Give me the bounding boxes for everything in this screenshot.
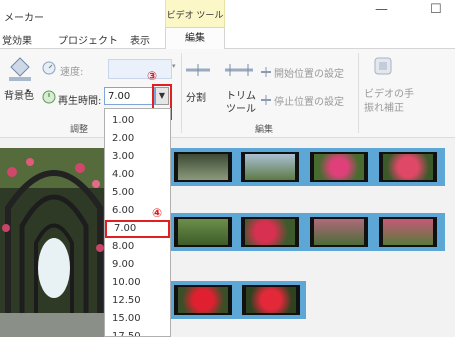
duration-dropdown-list[interactable]: 1.00 2.00 3.00 4.00 5.00 6.00 7.00 8.00 … [104,108,171,337]
tab-edit[interactable]: 編集 [165,27,225,49]
thumbnail-image [383,154,433,180]
duration-option[interactable]: 2.00 [105,130,170,148]
divider [358,53,359,133]
set-end-icon [261,95,271,105]
split-icon [186,64,210,76]
set-start-button[interactable]: 開始位置の設定 [274,65,344,80]
duration-option[interactable]: 8.00 [105,238,170,256]
clip-thumbnail[interactable] [174,285,232,315]
duration-option[interactable]: 1.00 [105,112,170,130]
thumbnail-image [246,287,296,313]
stabilize-icon [374,57,392,75]
edit-group-label: 編集 [255,125,274,135]
clip-thumbnail[interactable] [241,217,299,247]
thumbnail-image [314,219,364,245]
tab-visual-effects[interactable]: 覚効果 [2,32,32,47]
speed-chevron-icon: ▾ [172,62,176,70]
set-end-button[interactable]: 停止位置の設定 [274,93,344,108]
stabilize-label-1[interactable]: ビデオの手 [364,85,414,100]
divider [181,53,182,133]
thumbnail-image [245,219,295,245]
duration-option[interactable]: 17.50 [105,328,170,336]
clip-strip[interactable] [170,281,306,319]
clip-thumbnail[interactable] [379,217,437,247]
app-title: メーカー [4,13,44,24]
adjust-group-label: 調整 [70,125,89,135]
maximize-icon[interactable]: ☐ [430,2,442,17]
duration-option[interactable]: 15.00 [105,310,170,328]
clip-thumbnail[interactable] [241,152,299,182]
clip-thumbnail[interactable] [174,217,232,247]
trim-label-2[interactable]: ツール [226,100,256,115]
clip-thumbnail[interactable] [379,152,437,182]
thumbnail-image [178,154,228,180]
speed-icon [42,61,56,75]
thumbnail-image [178,219,228,245]
duration-input[interactable]: 7.00 [104,87,155,105]
thumbnail-image [178,287,228,313]
clip-thumbnail[interactable] [174,152,232,182]
trim-icon [225,64,253,76]
video-tools-context-tab: ビデオ ツール [165,0,225,28]
paint-bucket-icon [9,57,31,81]
clip-thumbnail[interactable] [310,217,368,247]
clip-thumbnail[interactable] [310,152,368,182]
title-bar: メーカー ビデオ ツール — ☐ [0,0,455,28]
duration-option[interactable]: 9.00 [105,256,170,274]
duration-icon [42,90,56,104]
duration-option[interactable]: 12.50 [105,292,170,310]
minimize-icon[interactable]: — [375,2,388,17]
thumbnail-image [383,219,433,245]
clip-strip[interactable] [170,148,445,186]
bg-color-button[interactable]: 背景色 ▾ [4,53,36,115]
callout-number-3: ③ [147,69,158,83]
duration-option-selected[interactable]: 7.00 [105,220,170,238]
ribbon: 背景色 ▾ 速度: ▾ 再生時間: 7.00 ▼ 調整 分割 トリム ツール 開… [0,49,455,138]
callout-number-4: ④ [152,206,163,220]
clip-strip[interactable] [170,213,445,251]
ribbon-tabs: 覚効果 プロジェクト 表示 編集 [0,27,455,49]
chevron-down-icon: ▾ [26,87,30,95]
thumbnail-image [245,154,295,180]
speed-select[interactable] [108,59,172,79]
duration-option[interactable]: 5.00 [105,184,170,202]
rose-arch-preview-image [0,148,108,337]
clip-thumbnail[interactable] [242,285,300,315]
thumbnail-image [314,154,364,180]
speed-label: 速度: [60,67,84,78]
split-button[interactable]: 分割 [186,89,206,104]
tab-project[interactable]: プロジェクト [58,32,118,47]
duration-label: 再生時間: [58,96,102,107]
tab-view[interactable]: 表示 [130,32,150,47]
duration-option[interactable]: 3.00 [105,148,170,166]
set-start-icon [261,67,271,77]
duration-option[interactable]: 4.00 [105,166,170,184]
duration-option[interactable]: 10.00 [105,274,170,292]
video-preview [0,148,108,337]
stabilize-label-2[interactable]: 振れ補正 [364,99,404,114]
